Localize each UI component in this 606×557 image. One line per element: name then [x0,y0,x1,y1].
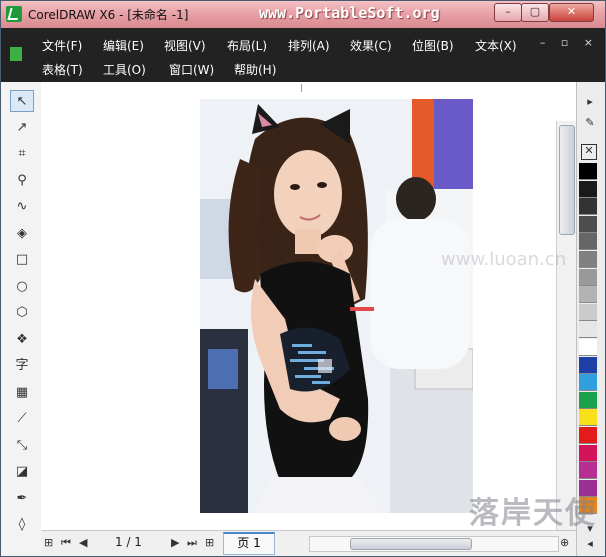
dimension-tool-icon[interactable]: ⟋ [10,408,34,430]
palette-flyout-icon[interactable]: ▸ [581,95,599,109]
zoom-tool-icon[interactable]: ⚲ [10,170,34,192]
menu-effects[interactable]: 效果(C) [350,37,392,54]
color-swatch[interactable] [579,251,597,268]
menu-layout[interactable]: 布局(L) [227,37,267,54]
color-swatch[interactable] [579,215,597,233]
photo-image [200,99,473,513]
zoom-navigator-icon[interactable]: ⊕ [560,536,569,549]
page-navigator-bar: ⊞ ⏮ ◀ 1 / 1 ▶ ⏭ ⊞ 页 1 ⊕ [41,530,576,556]
palette-expand-icon[interactable]: ◂ [581,537,599,551]
color-swatch[interactable] [579,444,597,462]
ellipse-tool-icon[interactable]: ○ [10,276,34,298]
coreldraw-logo-icon [6,6,22,22]
connector-tool-icon[interactable]: ⤡ [10,435,34,457]
document-icon [10,47,22,61]
polygon-tool-icon[interactable]: ⬡ [10,302,34,324]
menu-bitmaps[interactable]: 位图(B) [412,37,454,54]
crop-tool-icon[interactable]: ⌗ [10,143,34,165]
menu-tools[interactable]: 工具(O) [103,61,146,78]
horizontal-scroll-thumb[interactable] [350,538,472,550]
color-swatch[interactable] [579,339,597,356]
ruler-marker [301,84,302,92]
add-page-before-icon[interactable]: ⊞ [44,536,53,549]
vertical-scroll-thumb[interactable] [559,125,575,235]
menu-bar: 文件(F) 编辑(E) 视图(V) 布局(L) 排列(A) 效果(C) 位图(B… [1,28,605,82]
page-tab-1[interactable]: 页 1 [223,532,275,555]
menu-text[interactable]: 文本(X) [475,37,517,54]
color-swatch[interactable] [579,409,597,427]
eyedropper-tool-icon[interactable]: ✒ [10,488,34,510]
pick-tool-icon[interactable]: ↖ [10,90,34,112]
close-button[interactable]: ✕ [549,3,594,22]
app-window: CorelDRAW X6 - [未命名 -1] www.PortableSoft… [0,0,606,557]
toolbox: ↖ ↗ ⌗ ⚲ ∿ ◈ □ ○ ⬡ ❖ 字 ▦ ⟋ ⤡ ◪ ✒ ◊ [1,82,42,556]
menu-help[interactable]: 帮助(H) [234,61,276,78]
rectangle-tool-icon[interactable]: □ [10,249,34,271]
site-watermark-title: www.PortableSoft.org [259,4,440,22]
color-swatch[interactable] [579,198,597,216]
last-page-icon[interactable]: ⏭ [187,536,197,550]
menu-view[interactable]: 视图(V) [164,37,206,54]
text-tool-icon[interactable]: 字 [10,355,34,377]
smart-fill-tool-icon[interactable]: ◈ [10,223,34,245]
menu-table[interactable]: 表格(T) [42,61,83,78]
color-swatch[interactable] [579,427,597,444]
no-fill-swatch-icon[interactable]: ✕ [581,144,597,160]
placed-photo[interactable] [200,99,473,513]
menu-edit[interactable]: 编辑(E) [103,37,144,54]
menu-window[interactable]: 窗口(W) [169,61,214,78]
color-swatch[interactable] [579,321,597,339]
add-page-after-icon[interactable]: ⊞ [205,536,214,549]
color-swatch[interactable] [579,391,597,409]
color-swatch[interactable] [579,286,597,304]
table-tool-icon[interactable]: ▦ [10,382,34,404]
color-swatch[interactable] [579,268,597,286]
drawing-canvas[interactable] [41,82,576,530]
title-bar: CorelDRAW X6 - [未命名 -1] www.PortableSoft… [1,1,605,28]
next-page-icon[interactable]: ▶ [171,536,179,549]
minimize-button[interactable]: – [494,3,522,22]
eyedropper-icon[interactable]: ✎ [581,116,599,130]
luoan-watermark: 落岸天使 [469,496,597,531]
basic-shapes-tool-icon[interactable]: ❖ [10,329,34,351]
menu-file[interactable]: 文件(F) [42,37,82,54]
color-swatch[interactable] [579,163,597,180]
color-swatch[interactable] [579,180,597,198]
color-palette-panel: ▸ ✎ ✕ ▾ ◂ [576,82,605,556]
freehand-tool-icon[interactable]: ∿ [10,196,34,218]
vertical-scrollbar[interactable] [556,121,577,530]
color-swatch[interactable] [579,303,597,321]
document-window-controls[interactable]: – ▫ × [540,36,599,49]
color-swatch[interactable] [579,462,597,480]
horizontal-scrollbar[interactable] [309,536,559,552]
shape-tool-icon[interactable]: ↗ [10,117,34,139]
first-page-icon[interactable]: ⏮ [61,536,71,550]
maximize-button[interactable]: ▢ [521,3,549,22]
interactive-effects-tool-icon[interactable]: ◪ [10,461,34,483]
color-swatch[interactable] [579,374,597,392]
faint-watermark-url: www.luoan.cn [441,249,567,270]
window-title: CorelDRAW X6 - [未命名 -1] [28,8,189,22]
previous-page-icon[interactable]: ◀ [79,536,87,549]
color-swatch[interactable] [579,356,597,374]
page-counter: 1 / 1 [115,535,142,549]
outline-tool-icon[interactable]: ◊ [10,514,34,536]
menu-arrange[interactable]: 排列(A) [288,37,330,54]
color-swatch[interactable] [579,233,597,251]
